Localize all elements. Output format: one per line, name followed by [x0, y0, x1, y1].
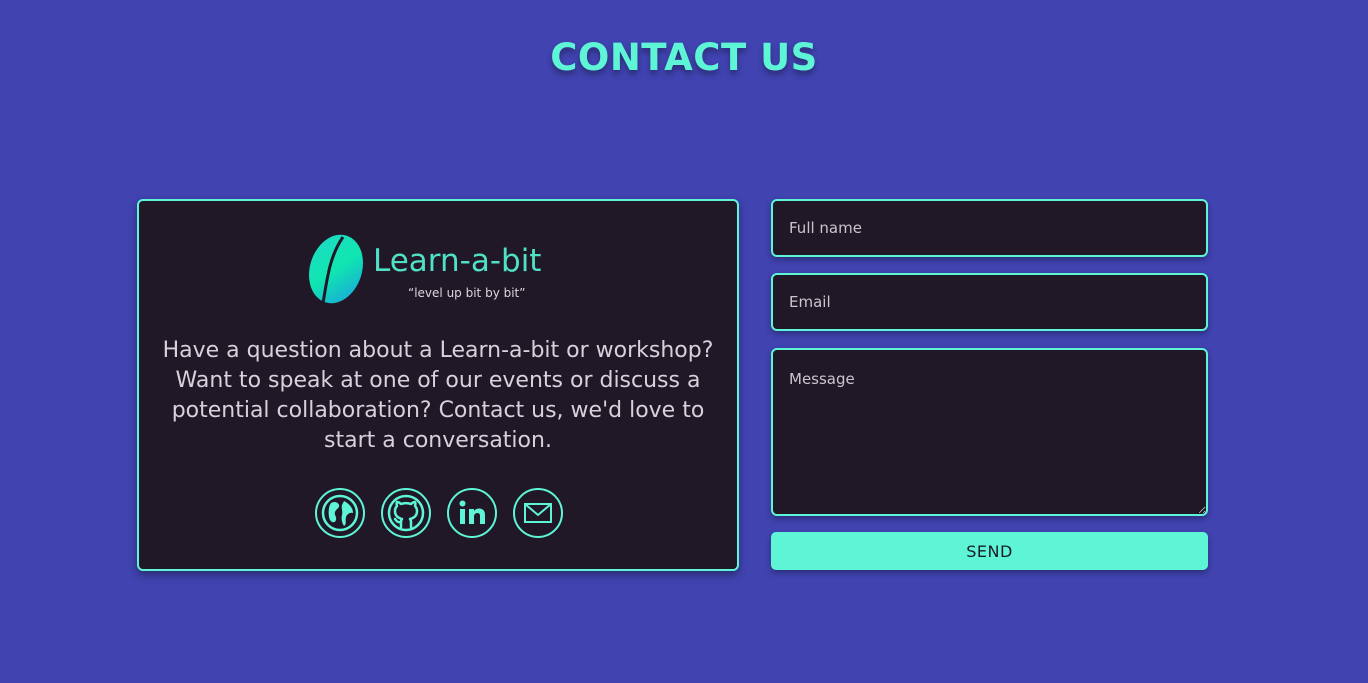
linkedin-icon: [459, 500, 485, 524]
contact-blurb: Have a question about a Learn-a-bit or w…: [162, 338, 714, 453]
logo: Learn-a-bit “level up bit by bit”: [305, 233, 575, 305]
mail-icon: [524, 503, 552, 523]
globe-icon: [321, 494, 359, 532]
info-card: Learn-a-bit “level up bit by bit” Have a…: [137, 199, 739, 571]
email-input[interactable]: [771, 273, 1208, 331]
email-link[interactable]: [513, 488, 563, 538]
message-textarea[interactable]: [771, 348, 1208, 516]
website-link[interactable]: [315, 488, 365, 538]
send-button[interactable]: SEND: [771, 532, 1208, 570]
full-name-input[interactable]: [771, 199, 1208, 257]
linkedin-link[interactable]: [447, 488, 497, 538]
leaf-logo-icon: [309, 234, 363, 304]
page-title: CONTACT US: [550, 36, 818, 79]
logo-tagline: “level up bit by bit”: [408, 286, 526, 300]
github-icon: [387, 494, 425, 532]
contact-page: CONTACT US Learn-a-bit “level up bit by …: [0, 0, 1368, 683]
github-link[interactable]: [381, 488, 431, 538]
logo-name: Learn-a-bit: [373, 243, 542, 279]
social-links: [315, 488, 563, 538]
